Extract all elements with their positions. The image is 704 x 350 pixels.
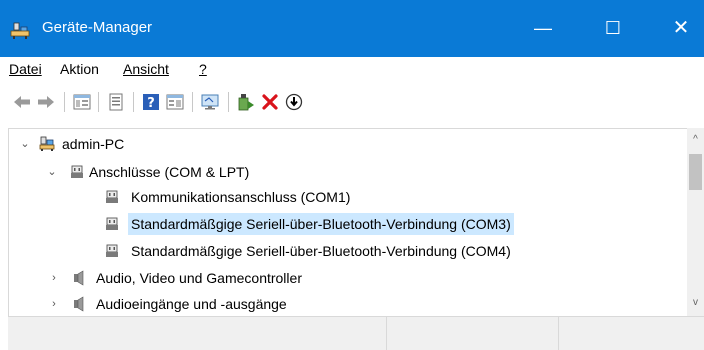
tree-node-label: Standardmäßgige Seriell-über-Bluetooth-V… bbox=[131, 243, 511, 259]
menu-ansicht-label: Ansicht bbox=[123, 61, 169, 77]
minimize-button[interactable]: — bbox=[520, 8, 566, 48]
tree-node[interactable]: Standardmäßgige Seriell-über-Bluetooth-V… bbox=[9, 240, 688, 262]
expand-arrow-icon[interactable]: ⌄ bbox=[46, 161, 58, 183]
close-button[interactable]: ✕ bbox=[658, 8, 704, 48]
scrollbar-thumb[interactable] bbox=[689, 154, 702, 190]
toolbar-separator bbox=[98, 92, 99, 112]
tree-node-label: Audioeingänge und -ausgänge bbox=[96, 296, 287, 312]
tree-node-label: admin-PC bbox=[62, 136, 125, 152]
properties-icon[interactable] bbox=[106, 92, 126, 112]
device-manager-window: Geräte-Manager — ☐ ✕ Datei Aktion Ansich… bbox=[0, 0, 704, 350]
tree-node-label: Kommunikationsanschluss (COM1) bbox=[131, 189, 351, 205]
toolbar-separator bbox=[64, 92, 65, 112]
forward-arrow-icon[interactable] bbox=[36, 92, 56, 112]
tree-node-label: Anschlüsse (COM & LPT) bbox=[89, 164, 250, 180]
show-hide-console-tree-icon[interactable] bbox=[72, 92, 92, 112]
port-icon bbox=[106, 244, 118, 257]
tree-node-label: Audio, Video und Gamecontroller bbox=[96, 270, 302, 286]
status-bar bbox=[8, 316, 704, 350]
collapse-arrow-icon[interactable]: › bbox=[48, 293, 60, 315]
menu-datei-label: Datei bbox=[9, 61, 42, 77]
collapse-arrow-icon[interactable]: › bbox=[48, 267, 60, 289]
tree-node[interactable]: ⌄ Anschlüsse (COM & LPT) bbox=[9, 161, 688, 183]
tree-node[interactable]: Kommunikationsanschluss (COM1) bbox=[9, 186, 688, 208]
disable-device-icon[interactable] bbox=[284, 92, 304, 112]
window-title: Geräte-Manager bbox=[42, 19, 153, 36]
uninstall-device-icon[interactable] bbox=[260, 92, 280, 112]
menu-aktion[interactable]: Aktion bbox=[60, 61, 99, 77]
menu-ansicht[interactable]: Ansicht bbox=[123, 61, 169, 77]
port-icon bbox=[106, 190, 118, 203]
status-cell bbox=[387, 317, 559, 350]
tree-node-label: Standardmäßgige Seriell-über-Bluetooth-V… bbox=[128, 213, 514, 235]
speaker-icon bbox=[74, 270, 84, 286]
vertical-scrollbar[interactable]: ^ v bbox=[687, 128, 704, 316]
toolbar-separator bbox=[133, 92, 134, 112]
scroll-down-arrow-icon[interactable]: v bbox=[687, 294, 704, 311]
tree-node-selected[interactable]: Standardmäßgige Seriell-über-Bluetooth-V… bbox=[9, 213, 688, 235]
tree-node[interactable]: › Audioeingänge und -ausgänge bbox=[9, 293, 688, 315]
speaker-icon bbox=[74, 296, 84, 312]
toolbar-separator bbox=[228, 92, 229, 112]
menu-datei[interactable]: Datei bbox=[9, 61, 42, 77]
toolbar-separator bbox=[192, 92, 193, 112]
back-arrow-icon[interactable] bbox=[12, 92, 32, 112]
maximize-button[interactable]: ☐ bbox=[590, 8, 636, 48]
tree-node[interactable]: › Audio, Video und Gamecontroller bbox=[9, 267, 688, 289]
help-icon[interactable]: ? bbox=[141, 92, 161, 112]
menu-bar: Datei Aktion Ansicht ? bbox=[0, 57, 704, 83]
scan-hardware-icon[interactable] bbox=[200, 92, 220, 112]
update-driver-icon[interactable] bbox=[236, 92, 256, 112]
port-icon bbox=[71, 165, 83, 178]
status-cell bbox=[8, 317, 387, 350]
device-tree: ⌄ admin-PC ⌄ Anschlüsse (COM & LPT) Komm… bbox=[8, 128, 688, 317]
device-manager-app-icon bbox=[10, 22, 30, 39]
title-bar[interactable]: Geräte-Manager — ☐ ✕ bbox=[0, 0, 704, 57]
port-icon bbox=[106, 217, 118, 230]
action-pane-icon[interactable] bbox=[165, 92, 185, 112]
tree-node[interactable]: ⌄ admin-PC bbox=[9, 133, 688, 155]
menu-help[interactable]: ? bbox=[199, 61, 207, 77]
computer-icon bbox=[39, 136, 55, 151]
svg-text:?: ? bbox=[147, 96, 155, 111]
toolbar: ? bbox=[0, 85, 704, 119]
expand-arrow-icon[interactable]: ⌄ bbox=[19, 133, 31, 155]
scroll-up-arrow-icon[interactable]: ^ bbox=[687, 131, 704, 148]
menu-help-label: ? bbox=[199, 61, 207, 77]
